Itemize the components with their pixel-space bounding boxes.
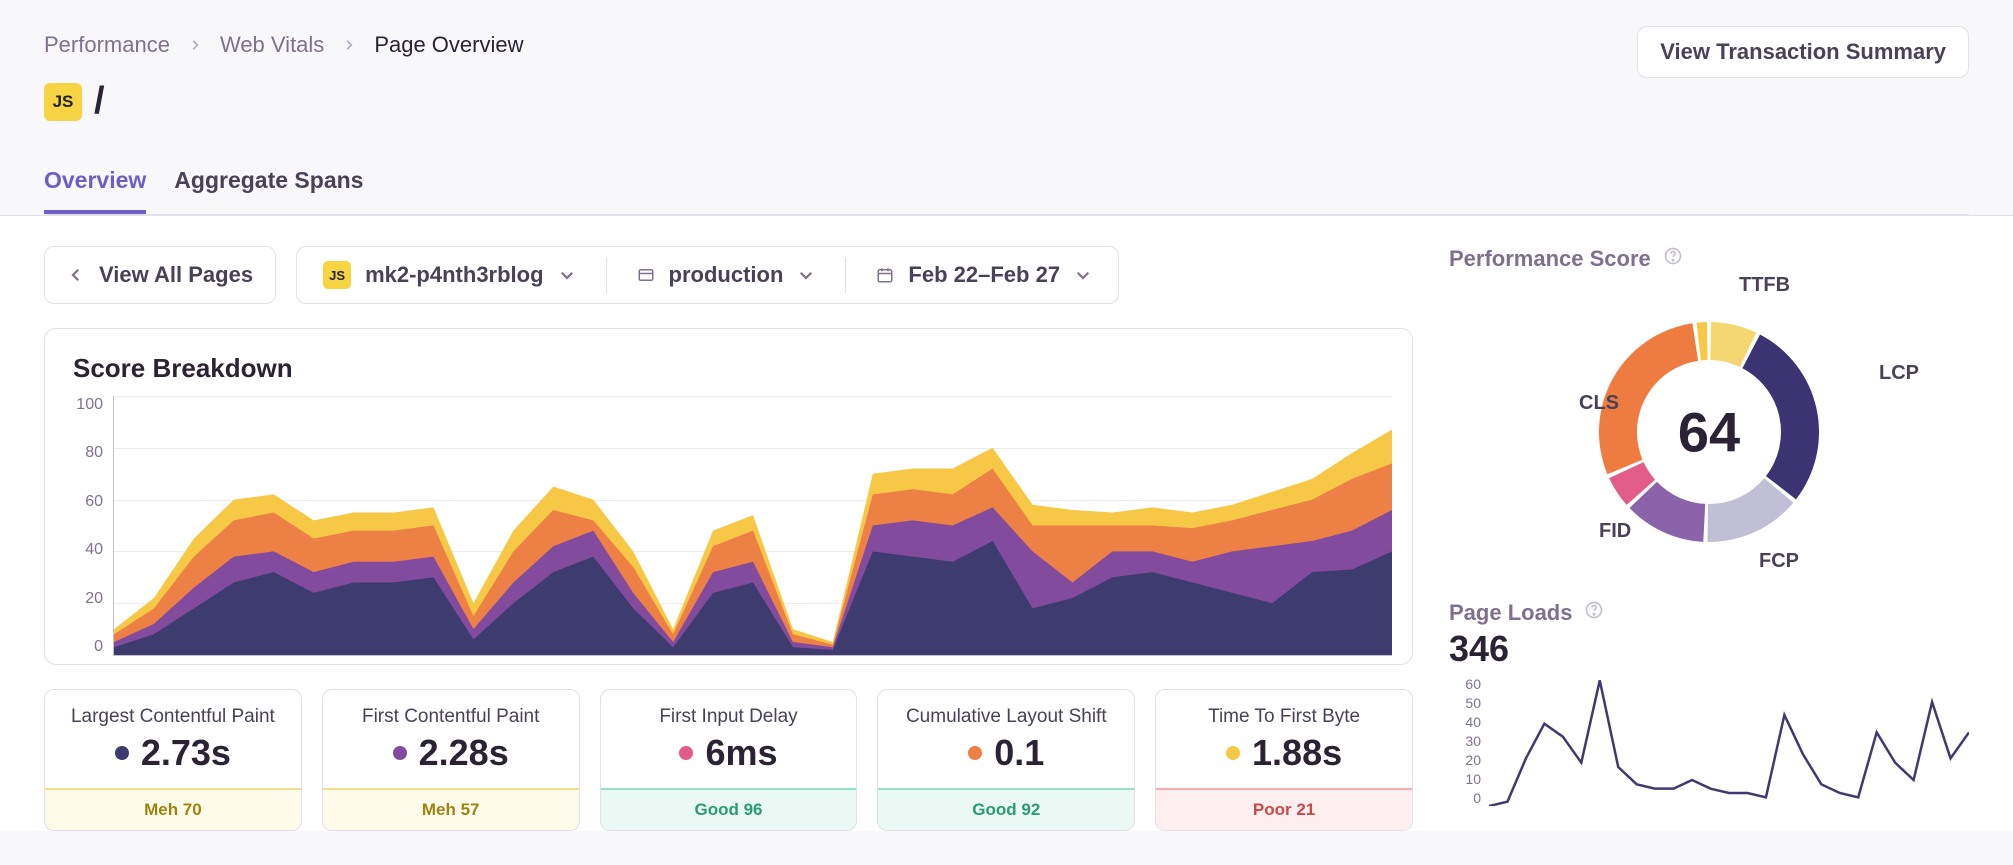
page-loads-heading-label: Page Loads [1449,600,1572,626]
vital-name: Largest Contentful Paint [55,706,291,728]
performance-score-donut[interactable]: 64 TTFBLCPFCPFIDCLS [1449,282,1969,582]
chevron-down-icon [1074,266,1092,284]
vital-card[interactable]: Cumulative Layout Shift 0.1 Good 92 [877,689,1135,831]
window-icon [637,266,655,284]
vital-status: Meh 57 [323,788,579,830]
page-loads-heading: Page Loads [1449,600,1969,626]
page-header: Performance Web Vitals Page Overview Vie… [0,0,2013,215]
vital-value: 0.1 [994,732,1044,774]
vital-card[interactable]: Time To First Byte 1.88s Poor 21 [1155,689,1413,831]
page-body: View All Pages JS mk2-p4nth3rblog produc… [0,215,2013,831]
page-loads-value: 346 [1449,628,1969,670]
chevron-right-icon [342,32,356,58]
environment-select[interactable]: production [627,262,826,288]
series-color-dot [679,746,693,760]
date-range-value: Feb 22–Feb 27 [908,262,1060,288]
tick-label: 0 [94,638,103,656]
vital-status: Good 92 [878,788,1134,830]
view-all-pages-label: View All Pages [99,262,253,288]
chart-y-axis: 60 50 40 30 20 10 0 [1449,676,1489,806]
separator [606,257,607,293]
page-loads-chart[interactable] [1489,676,1969,806]
environment-select-value: production [669,262,784,288]
tick-label: 50 [1465,695,1481,711]
filter-group: JS mk2-p4nth3rblog production Feb 22–Feb… [296,246,1119,304]
tick-label: 80 [85,444,103,462]
vital-value: 1.88s [1252,732,1342,774]
vital-card[interactable]: First Input Delay 6ms Good 96 [600,689,858,831]
vital-status: Meh 70 [45,788,301,830]
series-color-dot [393,746,407,760]
vitals-cards: Largest Contentful Paint 2.73s Meh 70 First… [44,689,1413,831]
tick-label: 40 [1465,714,1481,730]
tick-label: 60 [85,493,103,511]
vital-value: 2.28s [419,732,509,774]
tab-bar: Overview Aggregate Spans [44,167,1969,215]
score-breakdown-chart[interactable] [113,396,1392,656]
date-range-select[interactable]: Feb 22–Feb 27 [866,262,1102,288]
vital-value: 2.73s [141,732,231,774]
series-color-dot [968,746,982,760]
vital-card[interactable]: First Contentful Paint 2.28s Meh 57 [322,689,580,831]
chevron-down-icon [797,266,815,284]
page-title-row: JS / [44,80,1969,123]
vital-status: Good 96 [601,788,857,830]
performance-score-heading-label: Performance Score [1449,246,1651,272]
tick-label: 0 [1473,790,1481,806]
tab-aggregate-spans[interactable]: Aggregate Spans [174,167,363,214]
tick-label: 30 [1465,733,1481,749]
help-icon[interactable] [1584,600,1604,626]
donut-legend-label: FID [1599,520,1631,543]
chevron-down-icon [558,266,576,284]
project-platform-icon: JS [323,261,351,289]
vital-name: First Contentful Paint [333,706,569,728]
tick-label: 60 [1465,676,1481,692]
help-icon[interactable] [1663,246,1683,272]
project-select[interactable]: JS mk2-p4nth3rblog [313,261,585,289]
tick-label: 20 [85,590,103,608]
vital-value: 6ms [705,732,777,774]
performance-score-heading: Performance Score [1449,246,1969,272]
view-all-pages-button[interactable]: View All Pages [44,246,276,304]
score-breakdown-title: Score Breakdown [73,353,1392,384]
series-color-dot [115,746,129,760]
project-select-value: mk2-p4nth3rblog [365,262,543,288]
vital-name: First Input Delay [611,706,847,728]
chevron-left-icon [67,266,85,284]
chart-y-axis: 100 80 60 40 20 0 [65,396,113,656]
donut-legend-label: FCP [1759,550,1799,573]
project-platform-icon: JS [44,83,82,121]
tick-label: 40 [85,541,103,559]
donut-legend-label: LCP [1879,362,1919,385]
breadcrumb-web-vitals[interactable]: Web Vitals [220,32,324,58]
tab-overview[interactable]: Overview [44,167,146,214]
score-breakdown-panel: Score Breakdown 100 80 60 40 20 0 [44,328,1413,665]
vital-name: Cumulative Layout Shift [888,706,1124,728]
donut-legend-label: TTFB [1739,274,1790,297]
vital-name: Time To First Byte [1166,706,1402,728]
series-color-dot [1226,746,1240,760]
donut-legend-label: CLS [1579,392,1619,415]
filter-bar: View All Pages JS mk2-p4nth3rblog produc… [44,246,1413,304]
breadcrumb-performance[interactable]: Performance [44,32,170,58]
view-transaction-summary-button[interactable]: View Transaction Summary [1637,26,1969,78]
calendar-icon [876,266,894,284]
chevron-right-icon [188,32,202,58]
vital-status: Poor 21 [1156,788,1412,830]
vital-card[interactable]: Largest Contentful Paint 2.73s Meh 70 [44,689,302,831]
tick-label: 10 [1465,771,1481,787]
separator [845,257,846,293]
page-title: / [94,80,105,123]
tick-label: 20 [1465,752,1481,768]
breadcrumb-current: Page Overview [374,32,523,58]
tick-label: 100 [76,396,103,414]
